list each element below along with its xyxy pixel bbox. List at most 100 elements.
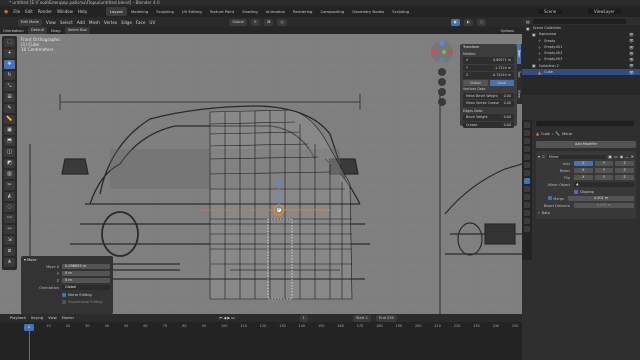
merge-field[interactable]: 0.001 m: [568, 196, 634, 201]
smooth-icon[interactable]: 〰: [4, 214, 15, 223]
menu-render[interactable]: Render: [38, 9, 52, 14]
properties-search-input[interactable]: [536, 120, 634, 126]
orientation-dropdown[interactable]: Default: [27, 27, 48, 34]
data-subpanel[interactable]: › Data: [538, 209, 634, 216]
bisect-x-toggle[interactable]: X: [574, 168, 593, 173]
menu-file[interactable]: File: [13, 9, 20, 14]
viewport-toggle-icon[interactable]: ▭: [614, 154, 618, 159]
modifier-name-field[interactable]: Mirror: [546, 154, 607, 159]
shading-material-icon[interactable]: ◐: [463, 18, 473, 26]
blender-logo-icon[interactable]: ◉: [4, 9, 8, 15]
menu-select[interactable]: Select: [60, 20, 73, 25]
move-tool-icon[interactable]: ✥: [4, 60, 15, 69]
shrink-icon[interactable]: ⇲: [4, 236, 15, 245]
tab-modeling[interactable]: Modeling: [127, 7, 152, 16]
extrude-icon[interactable]: ⬒: [4, 137, 15, 146]
median-y-field[interactable]: Y -1.7224 m: [463, 64, 514, 71]
texture-tab-icon[interactable]: [524, 226, 530, 232]
shading-rendered-icon[interactable]: ○: [476, 18, 486, 26]
playback-controls[interactable]: ⏮ ◀ ▶ ⏭: [219, 316, 234, 320]
median-z-field[interactable]: Z -0.74244 m: [463, 72, 514, 79]
flip-x-toggle[interactable]: X: [574, 175, 593, 180]
visibility-eye-icon[interactable]: 👁: [629, 32, 634, 37]
menu-vertex[interactable]: Vertex: [104, 20, 117, 25]
flip-z-toggle[interactable]: Z: [615, 175, 635, 180]
tab-sculpting[interactable]: Sculpting: [152, 7, 178, 16]
edge-slide-icon[interactable]: ⇿: [4, 225, 15, 234]
menu-mesh[interactable]: Mesh: [89, 20, 100, 25]
rotate-tool-icon[interactable]: ↻: [4, 71, 15, 80]
mirror-object-field[interactable]: ▲: [574, 182, 634, 187]
bevel-weight-field[interactable]: Bevel Weight 0.00: [463, 114, 514, 121]
tool-tab-icon[interactable]: [524, 122, 530, 128]
current-frame-field[interactable]: 1: [299, 314, 308, 322]
view-layer-tab-icon[interactable]: [524, 146, 530, 152]
visibility-eye-icon[interactable]: 👁: [629, 45, 634, 50]
scale-tool-icon[interactable]: ⤡: [4, 82, 15, 91]
tab-rendering[interactable]: Rendering: [289, 7, 316, 16]
mode-dropdown[interactable]: Edit Mode: [18, 18, 42, 26]
mirror-editing-checkbox[interactable]: [62, 292, 66, 297]
tab-animation[interactable]: Animation: [262, 7, 289, 16]
particles-tab-icon[interactable]: [524, 186, 530, 192]
output-tab-icon[interactable]: [524, 138, 530, 144]
visibility-eye-icon[interactable]: 👁: [629, 51, 634, 56]
render-tab-icon[interactable]: [524, 130, 530, 136]
menu-add[interactable]: Add: [77, 20, 85, 25]
operator-title[interactable]: ▾ Move: [21, 256, 113, 263]
sidebar-tab-tool[interactable]: Tool: [517, 64, 521, 84]
object-tab-icon[interactable]: [524, 170, 530, 176]
snap-icon[interactable]: ⌘: [263, 18, 274, 26]
close-icon[interactable]: ✕: [631, 154, 634, 159]
sidebar-tab-view[interactable]: View: [517, 84, 521, 104]
median-x-field[interactable]: X 0.80571 m: [463, 57, 514, 64]
tab-scripting[interactable]: Scripting: [388, 7, 413, 16]
outliner-filter-icon[interactable]: ▤: [526, 19, 530, 24]
material-tab-icon[interactable]: [524, 218, 530, 224]
orientation-dropdown[interactable]: Global: [62, 285, 110, 290]
menu-view-timeline[interactable]: View: [48, 316, 57, 320]
bisect-y-toggle[interactable]: Y: [594, 168, 614, 173]
render-toggle-icon[interactable]: ◉: [620, 154, 624, 159]
timeline-ruler[interactable]: 0102030405060708090100110120130140150160…: [0, 324, 522, 332]
menu-help[interactable]: Help: [78, 9, 87, 14]
rip-icon[interactable]: ⋔: [4, 258, 15, 267]
menu-view[interactable]: View: [46, 20, 56, 25]
tab-geometry-nodes[interactable]: Geometry Nodes: [348, 7, 388, 16]
annotate-icon[interactable]: ✎: [4, 104, 15, 113]
menu-marker[interactable]: Marker: [62, 316, 74, 320]
add-cube-icon[interactable]: ▣: [4, 126, 15, 135]
clipping-checkbox[interactable]: [574, 189, 578, 194]
sidebar-tab-item[interactable]: Item: [517, 44, 521, 64]
view-layer-selector[interactable]: ViewLayer: [588, 9, 621, 14]
bevel-icon[interactable]: ◩: [4, 159, 15, 168]
proportional-editing-checkbox[interactable]: [62, 299, 66, 304]
tab-uv-editing[interactable]: UV Editing: [178, 7, 206, 16]
spin-icon[interactable]: ◌: [4, 203, 15, 212]
drag-dropdown[interactable]: Select Box: [64, 27, 90, 34]
pivot-icon[interactable]: ⊙: [250, 18, 260, 26]
constraints-tab-icon[interactable]: [524, 202, 530, 208]
tab-texture-paint[interactable]: Texture Paint: [206, 7, 239, 16]
move-x-field[interactable]: 0.098855 m: [62, 264, 110, 269]
shading-solid-icon[interactable]: ●: [450, 18, 460, 26]
outliner-search-input[interactable]: [532, 18, 626, 24]
loop-cut-icon[interactable]: ▥: [4, 170, 15, 179]
flip-y-toggle[interactable]: Y: [594, 175, 614, 180]
inset-icon[interactable]: ◫: [4, 148, 15, 157]
modifier-tab-icon[interactable]: [524, 178, 530, 184]
world-tab-icon[interactable]: [524, 162, 530, 168]
menu-window[interactable]: Window: [57, 9, 73, 14]
visibility-eye-icon[interactable]: 👁: [629, 38, 634, 43]
end-frame-field[interactable]: End 250: [376, 314, 397, 322]
menu-keying[interactable]: Keying: [31, 316, 43, 320]
local-toggle[interactable]: Local: [489, 79, 514, 86]
measure-icon[interactable]: 📏: [4, 115, 15, 124]
axis-z-toggle[interactable]: Z: [615, 161, 635, 166]
menu-uv[interactable]: UV: [149, 20, 155, 25]
move-y-field[interactable]: 0 m: [62, 271, 110, 276]
knife-icon[interactable]: ✂: [4, 181, 15, 190]
options-dropdown[interactable]: Options: [500, 29, 514, 33]
crease-field[interactable]: Crease 0.00: [463, 121, 514, 128]
tab-shading[interactable]: Shading: [238, 7, 261, 16]
